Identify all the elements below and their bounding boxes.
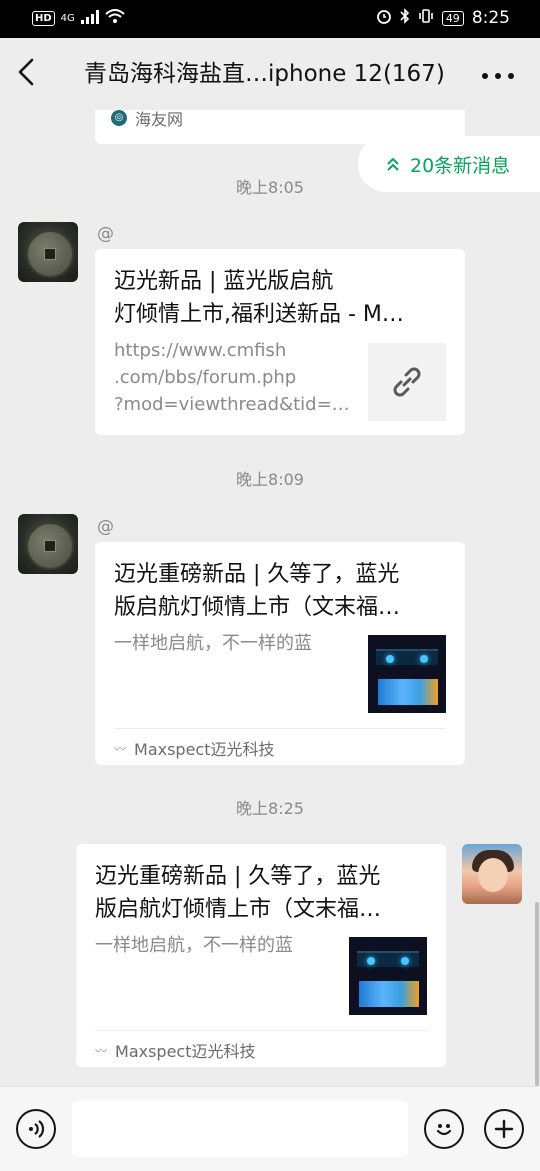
card-desc-line: 一样地启航，不一样的蓝 [95, 935, 293, 956]
hd-badge: HD [32, 11, 55, 26]
card-title-line: 迈光重磅新品 | 久等了，蓝光 [95, 864, 381, 889]
card-title: 迈光新品 | 蓝光版启航 灯倾情上市,福利送新品 - M… [114, 265, 448, 331]
link-icon [393, 367, 421, 397]
avatar-face [478, 858, 508, 892]
chat-area[interactable]: ◎ 海友网 20条新消息 晚上8:05 @ 迈光新品 | 蓝光版启航 灯倾情上市… [0, 110, 540, 1086]
card-title-line: 迈光新品 | 蓝光版启航 [114, 269, 334, 294]
message-input[interactable] [72, 1101, 408, 1157]
emoji-button[interactable] [424, 1109, 464, 1149]
alarm-icon [376, 8, 392, 28]
card-desc-line: https://www.cmfish [114, 340, 287, 361]
card-description: 一样地启航，不一样的蓝 [114, 630, 354, 657]
account-name: Maxspect迈光科技 [134, 740, 275, 759]
card-title: 迈光重磅新品 | 久等了，蓝光 版启航灯倾情上市（文末福… [95, 860, 429, 926]
more-icon [482, 73, 514, 79]
chat-header: 青岛海科海盐直…iphone 12(167) [0, 38, 540, 110]
card-title-line: 迈光重磅新品 | 久等了，蓝光 [114, 562, 400, 587]
official-account-icon: 〰 [95, 1043, 108, 1058]
coin-avatar-image [26, 522, 74, 570]
signal-icon [80, 9, 99, 28]
card-description: 一样地启航，不一样的蓝 [95, 932, 335, 959]
plus-icon [494, 1119, 514, 1139]
article-message-card[interactable]: 迈光重磅新品 | 久等了，蓝光 版启航灯倾情上市（文末福… 一样地启航，不一样的… [95, 542, 465, 765]
account-name: Maxspect迈光科技 [115, 1042, 256, 1061]
back-button[interactable] [14, 54, 50, 94]
card-description: https://www.cmfish .com/bbs/forum.php ?m… [114, 337, 354, 418]
timestamp: 晚上8:09 [236, 470, 304, 489]
scrollbar[interactable] [535, 902, 539, 1086]
status-bar: HD 4G 49 8:25 [0, 0, 540, 38]
card-title-line: 版启航灯倾情上市（文末福… [114, 595, 401, 620]
coin-avatar-image [26, 230, 74, 278]
avatar[interactable] [462, 844, 522, 904]
article-thumbnail [368, 635, 446, 713]
bluetooth-icon [400, 8, 410, 28]
link-thumbnail [368, 343, 446, 421]
voice-icon [29, 1120, 45, 1138]
avatar[interactable] [18, 514, 78, 574]
more-button[interactable] [478, 52, 518, 92]
chat-title: 青岛海科海盐直…iphone 12(167) [84, 61, 445, 87]
official-account-icon: 〰 [114, 741, 127, 756]
emoji-icon [436, 1124, 452, 1136]
double-chevron-up-icon [387, 157, 399, 171]
divider [95, 1030, 427, 1031]
timestamp: 晚上8:25 [236, 799, 304, 818]
timestamp: 晚上8:05 [236, 178, 304, 197]
wifi-icon [105, 9, 125, 28]
avatar[interactable] [18, 222, 78, 282]
card-title-line: 灯倾情上市,福利送新品 - M… [114, 302, 404, 327]
source-name: 海友网 [135, 110, 184, 129]
vibrate-icon [418, 8, 434, 28]
link-message-card[interactable]: 迈光新品 | 蓝光版启航 灯倾情上市,福利送新品 - M… https://ww… [95, 249, 465, 435]
article-message-card[interactable]: 迈光重磅新品 | 久等了，蓝光 版启航灯倾情上市（文末福… 一样地启航，不一样的… [76, 844, 446, 1067]
battery-icon: 49 [441, 10, 464, 26]
clock: 8:25 [471, 8, 510, 28]
sender-name: @ [97, 224, 114, 244]
card-footer: 〰 Maxspect迈光科技 [95, 1038, 256, 1062]
voice-button[interactable] [16, 1109, 56, 1149]
card-desc-line: ?mod=viewthread&tid=… [114, 394, 350, 415]
source-logo-icon: ◎ [111, 110, 127, 126]
card-footer: 〰 Maxspect迈光科技 [114, 736, 275, 760]
sender-name: @ [97, 517, 114, 537]
article-thumbnail [349, 937, 427, 1015]
chevron-left-icon [18, 58, 34, 86]
card-title-line: 版启航灯倾情上市（文末福… [95, 897, 382, 922]
network-label: 4G [60, 13, 75, 24]
divider [114, 728, 446, 729]
card-desc-line: .com/bbs/forum.php [114, 367, 297, 388]
plus-button[interactable] [484, 1109, 524, 1149]
card-desc-line: 一样地启航，不一样的蓝 [114, 633, 312, 654]
card-title: 迈光重磅新品 | 久等了，蓝光 版启航灯倾情上市（文末福… [114, 558, 448, 624]
input-bar [0, 1086, 540, 1171]
